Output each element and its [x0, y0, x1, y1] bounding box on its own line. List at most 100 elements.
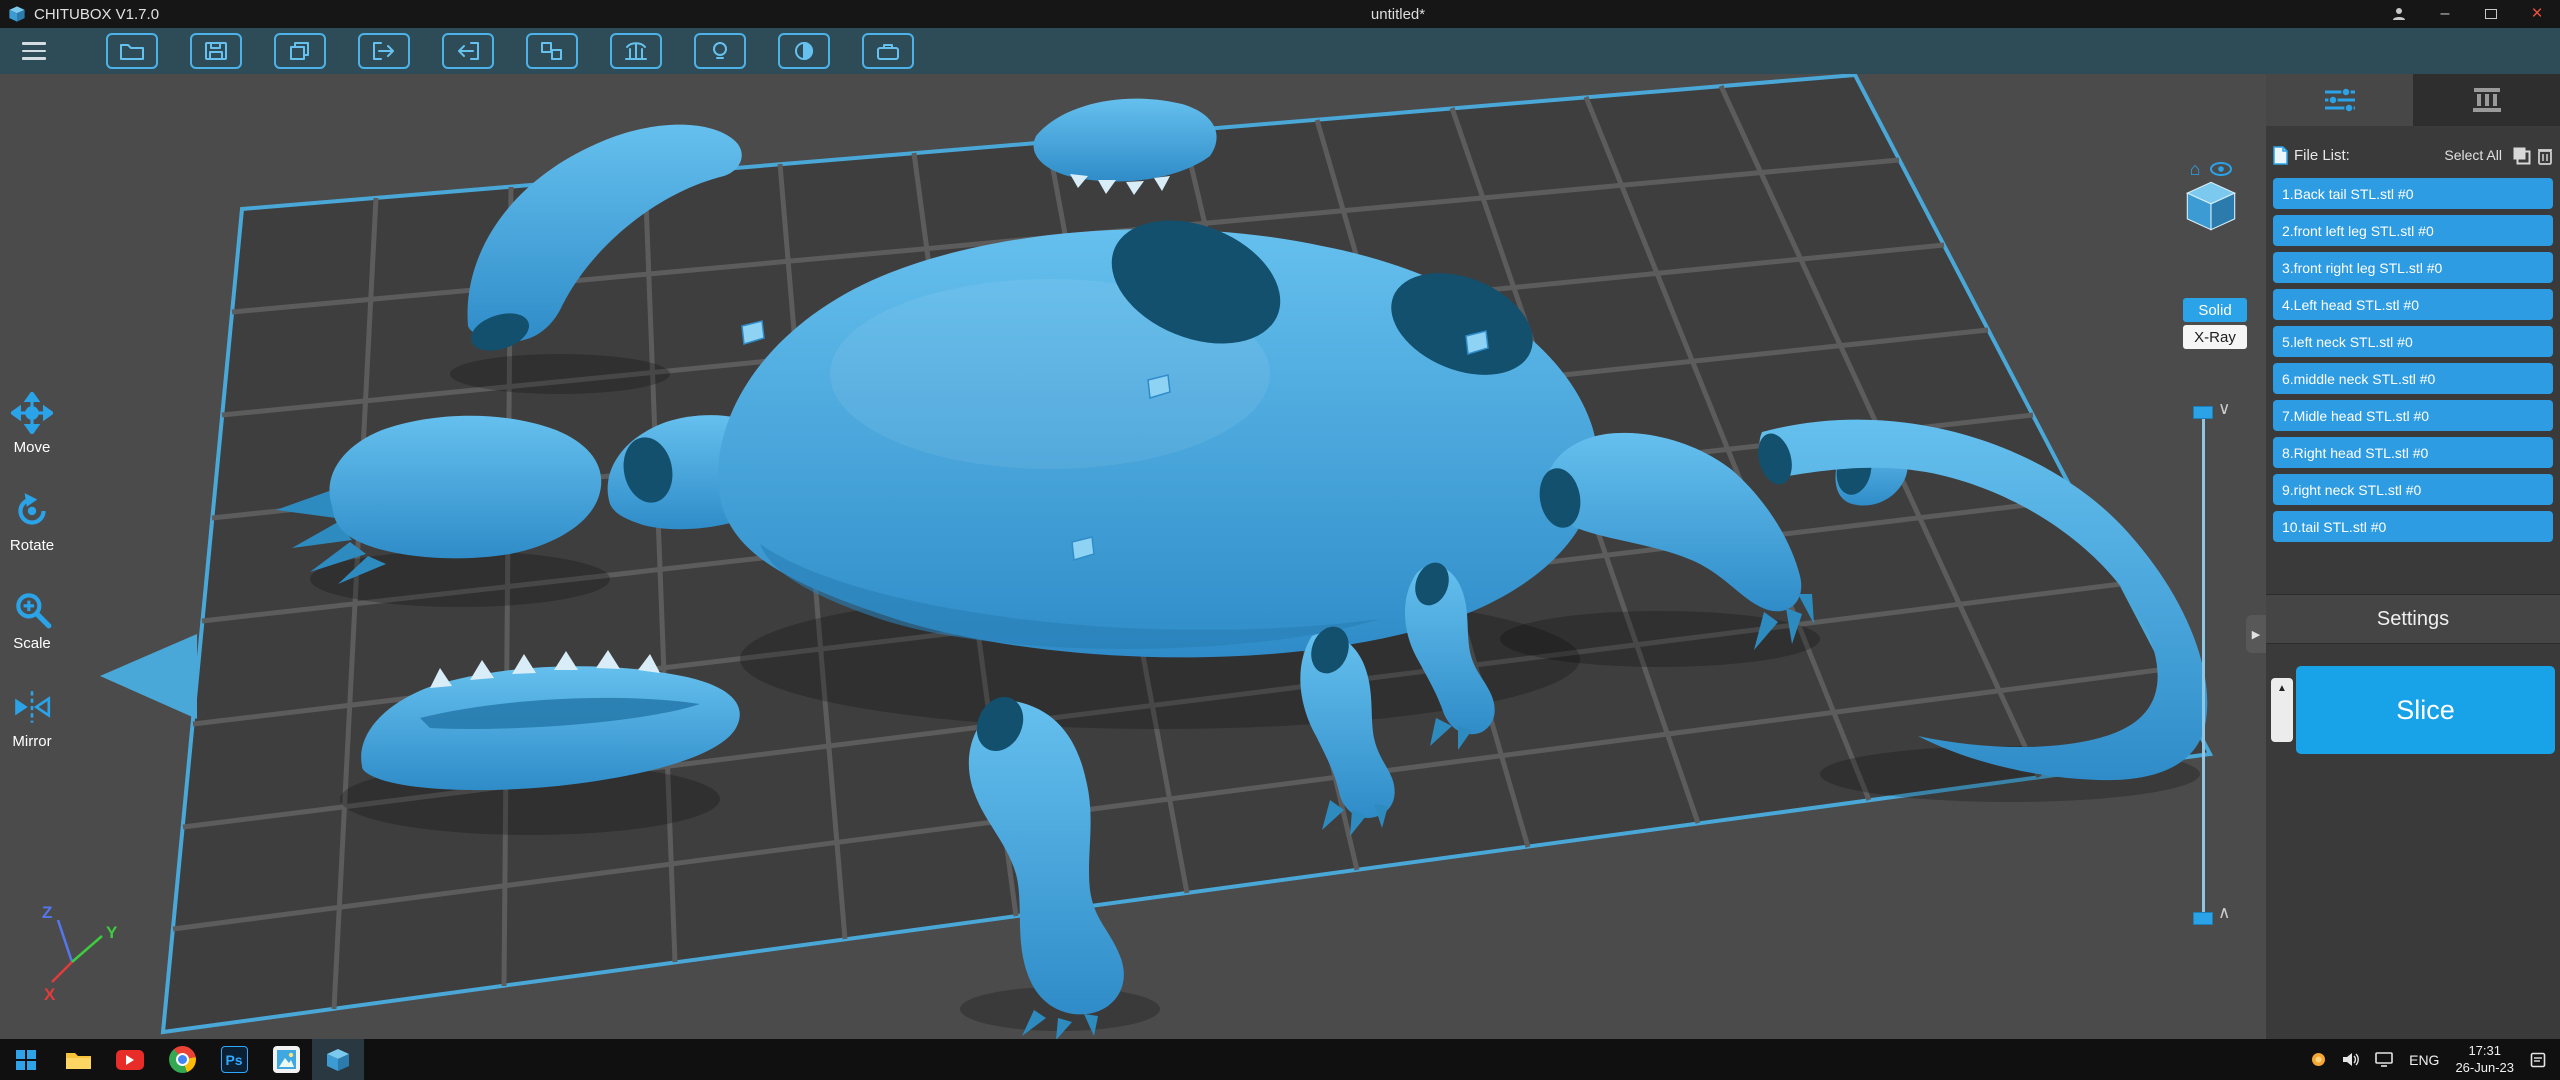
taskbar: Ps ENG 17:31 26-Jun-23: [0, 1039, 2560, 1080]
eye-icon[interactable]: [2210, 162, 2233, 176]
chevron-down-icon[interactable]: ∨: [2218, 400, 2230, 417]
taskbar-clock[interactable]: 17:31 26-Jun-23: [2455, 1043, 2514, 1076]
section-slider-track[interactable]: [2202, 412, 2205, 917]
right-panel: File List: Select All 1.Back tail STL.st…: [2266, 74, 2560, 1039]
select-all-label[interactable]: Select All: [2444, 147, 2502, 163]
arrow-up-icon: ▲: [2277, 683, 2287, 694]
settings-button[interactable]: Settings: [2266, 594, 2560, 644]
chrome-button[interactable]: [156, 1039, 208, 1080]
export-button[interactable]: [442, 33, 494, 69]
photos-icon: [272, 1046, 300, 1073]
delete-icon[interactable]: [2537, 146, 2553, 165]
home-view-icon[interactable]: ⌂: [2190, 160, 2201, 178]
slice-button[interactable]: Slice: [2296, 666, 2555, 754]
chrome-icon: [168, 1046, 196, 1073]
move-tool[interactable]: Move: [11, 392, 53, 456]
plate-front-marker: [100, 634, 197, 719]
menu-button[interactable]: [0, 42, 60, 60]
windows-start-button[interactable]: [0, 1039, 52, 1080]
notification-icon[interactable]: [2530, 1052, 2546, 1068]
close-button[interactable]: ×: [2514, 0, 2560, 28]
main-toolbar: [0, 28, 2560, 74]
maximize-button[interactable]: [2468, 0, 2514, 28]
copy-button[interactable]: [274, 33, 326, 69]
mirror-tool[interactable]: Mirror: [11, 686, 53, 750]
file-list-item[interactable]: 3.front right leg STL.stl #0: [2273, 252, 2553, 283]
chitubox-taskbar-button[interactable]: [312, 1039, 364, 1080]
clock-date: 26-Jun-23: [2455, 1059, 2514, 1075]
file-list-item[interactable]: 9.right neck STL.stl #0: [2273, 474, 2553, 505]
chevron-up-icon[interactable]: ∧: [2218, 904, 2230, 921]
scale-tool-label: Scale: [13, 635, 51, 652]
move-tool-label: Move: [13, 439, 51, 456]
dark-mode-icon: [795, 42, 813, 60]
section-slider-bottom-handle[interactable]: [2193, 912, 2213, 925]
rotate-tool-label: Rotate: [9, 537, 55, 554]
tab-settings[interactable]: [2266, 74, 2413, 126]
support-button[interactable]: [610, 33, 662, 69]
system-tray: ENG 17:31 26-Jun-23: [2311, 1039, 2560, 1080]
file-icon: [2273, 145, 2288, 165]
print-settings-button[interactable]: [862, 33, 914, 69]
file-list-label: File List:: [2294, 146, 2350, 164]
copy-icon: [290, 42, 309, 60]
select-all-icon[interactable]: [2512, 146, 2531, 165]
file-list-item[interactable]: 10.tail STL.stl #0: [2273, 511, 2553, 542]
render-mode-toggle: Solid X-Ray: [2183, 298, 2247, 349]
xray-mode-button[interactable]: X-Ray: [2183, 325, 2247, 349]
display-icon[interactable]: [2375, 1052, 2393, 1067]
hollow-button[interactable]: [694, 33, 746, 69]
open-file-button[interactable]: [106, 33, 158, 69]
minimize-button[interactable]: –: [2422, 0, 2468, 28]
file-list-header: File List: Select All: [2273, 140, 2553, 170]
tray-app-icon[interactable]: [2311, 1052, 2326, 1067]
save-icon: [205, 42, 227, 60]
youtube-button[interactable]: [104, 1039, 156, 1080]
taskbar-apps: Ps: [0, 1039, 364, 1080]
dark-mode-button[interactable]: [778, 33, 830, 69]
file-list-item[interactable]: 8.Right head STL.stl #0: [2273, 437, 2553, 468]
clone-icon: [541, 42, 562, 60]
viewport-3d[interactable]: Z Y X Move Rotate Scale Mirror ⌂ Solid X…: [0, 74, 2266, 1039]
import-icon: [373, 42, 394, 60]
tab-printer[interactable]: [2413, 74, 2560, 126]
scale-icon: [16, 593, 52, 629]
save-button[interactable]: [190, 33, 242, 69]
scale-tool[interactable]: Scale: [11, 588, 53, 652]
photoshop-icon: Ps: [220, 1046, 248, 1073]
file-list-item[interactable]: 1.Back tail STL.stl #0: [2273, 178, 2553, 209]
photoshop-button[interactable]: Ps: [208, 1039, 260, 1080]
volume-icon[interactable]: [2342, 1052, 2359, 1067]
document-title: untitled*: [1370, 5, 1426, 23]
mirror-tool-label: Mirror: [12, 733, 52, 750]
section-slider-top-handle[interactable]: [2193, 406, 2213, 419]
view-widget[interactable]: ⌂: [2176, 160, 2246, 234]
hollow-icon: [713, 42, 727, 59]
file-list-item[interactable]: 6.middle neck STL.stl #0: [2273, 363, 2553, 394]
view-cube[interactable]: [2183, 178, 2239, 234]
rotate-icon: [18, 493, 46, 525]
panel-collapse-button[interactable]: ▶: [2246, 615, 2266, 653]
file-list-item[interactable]: 2.front left leg STL.stl #0: [2273, 215, 2553, 246]
file-explorer-button[interactable]: [52, 1039, 104, 1080]
solid-mode-button[interactable]: Solid: [2183, 298, 2247, 322]
file-list-item[interactable]: 4.Left head STL.stl #0: [2273, 289, 2553, 320]
language-indicator[interactable]: ENG: [2409, 1052, 2439, 1068]
file-list-item[interactable]: 7.Midle head STL.stl #0: [2273, 400, 2553, 431]
account-button[interactable]: [2376, 0, 2422, 28]
mirror-icon: [15, 691, 51, 723]
windows-icon: [16, 1049, 36, 1070]
open-file-icon: [120, 44, 144, 60]
rotate-tool[interactable]: Rotate: [10, 490, 54, 554]
photos-button[interactable]: [260, 1039, 312, 1080]
slice-expand-tab[interactable]: ▲: [2271, 678, 2293, 742]
panel-tabs: [2266, 74, 2560, 126]
support-icon: [625, 42, 647, 60]
axis-y-label: Y: [106, 923, 118, 942]
import-button[interactable]: [358, 33, 410, 69]
file-list-item[interactable]: 5.left neck STL.stl #0: [2273, 326, 2553, 357]
clone-button[interactable]: [526, 33, 578, 69]
printer-icon: [2472, 88, 2501, 112]
app-title: CHITUBOX V1.7.0: [34, 5, 160, 23]
export-icon: [458, 42, 479, 60]
